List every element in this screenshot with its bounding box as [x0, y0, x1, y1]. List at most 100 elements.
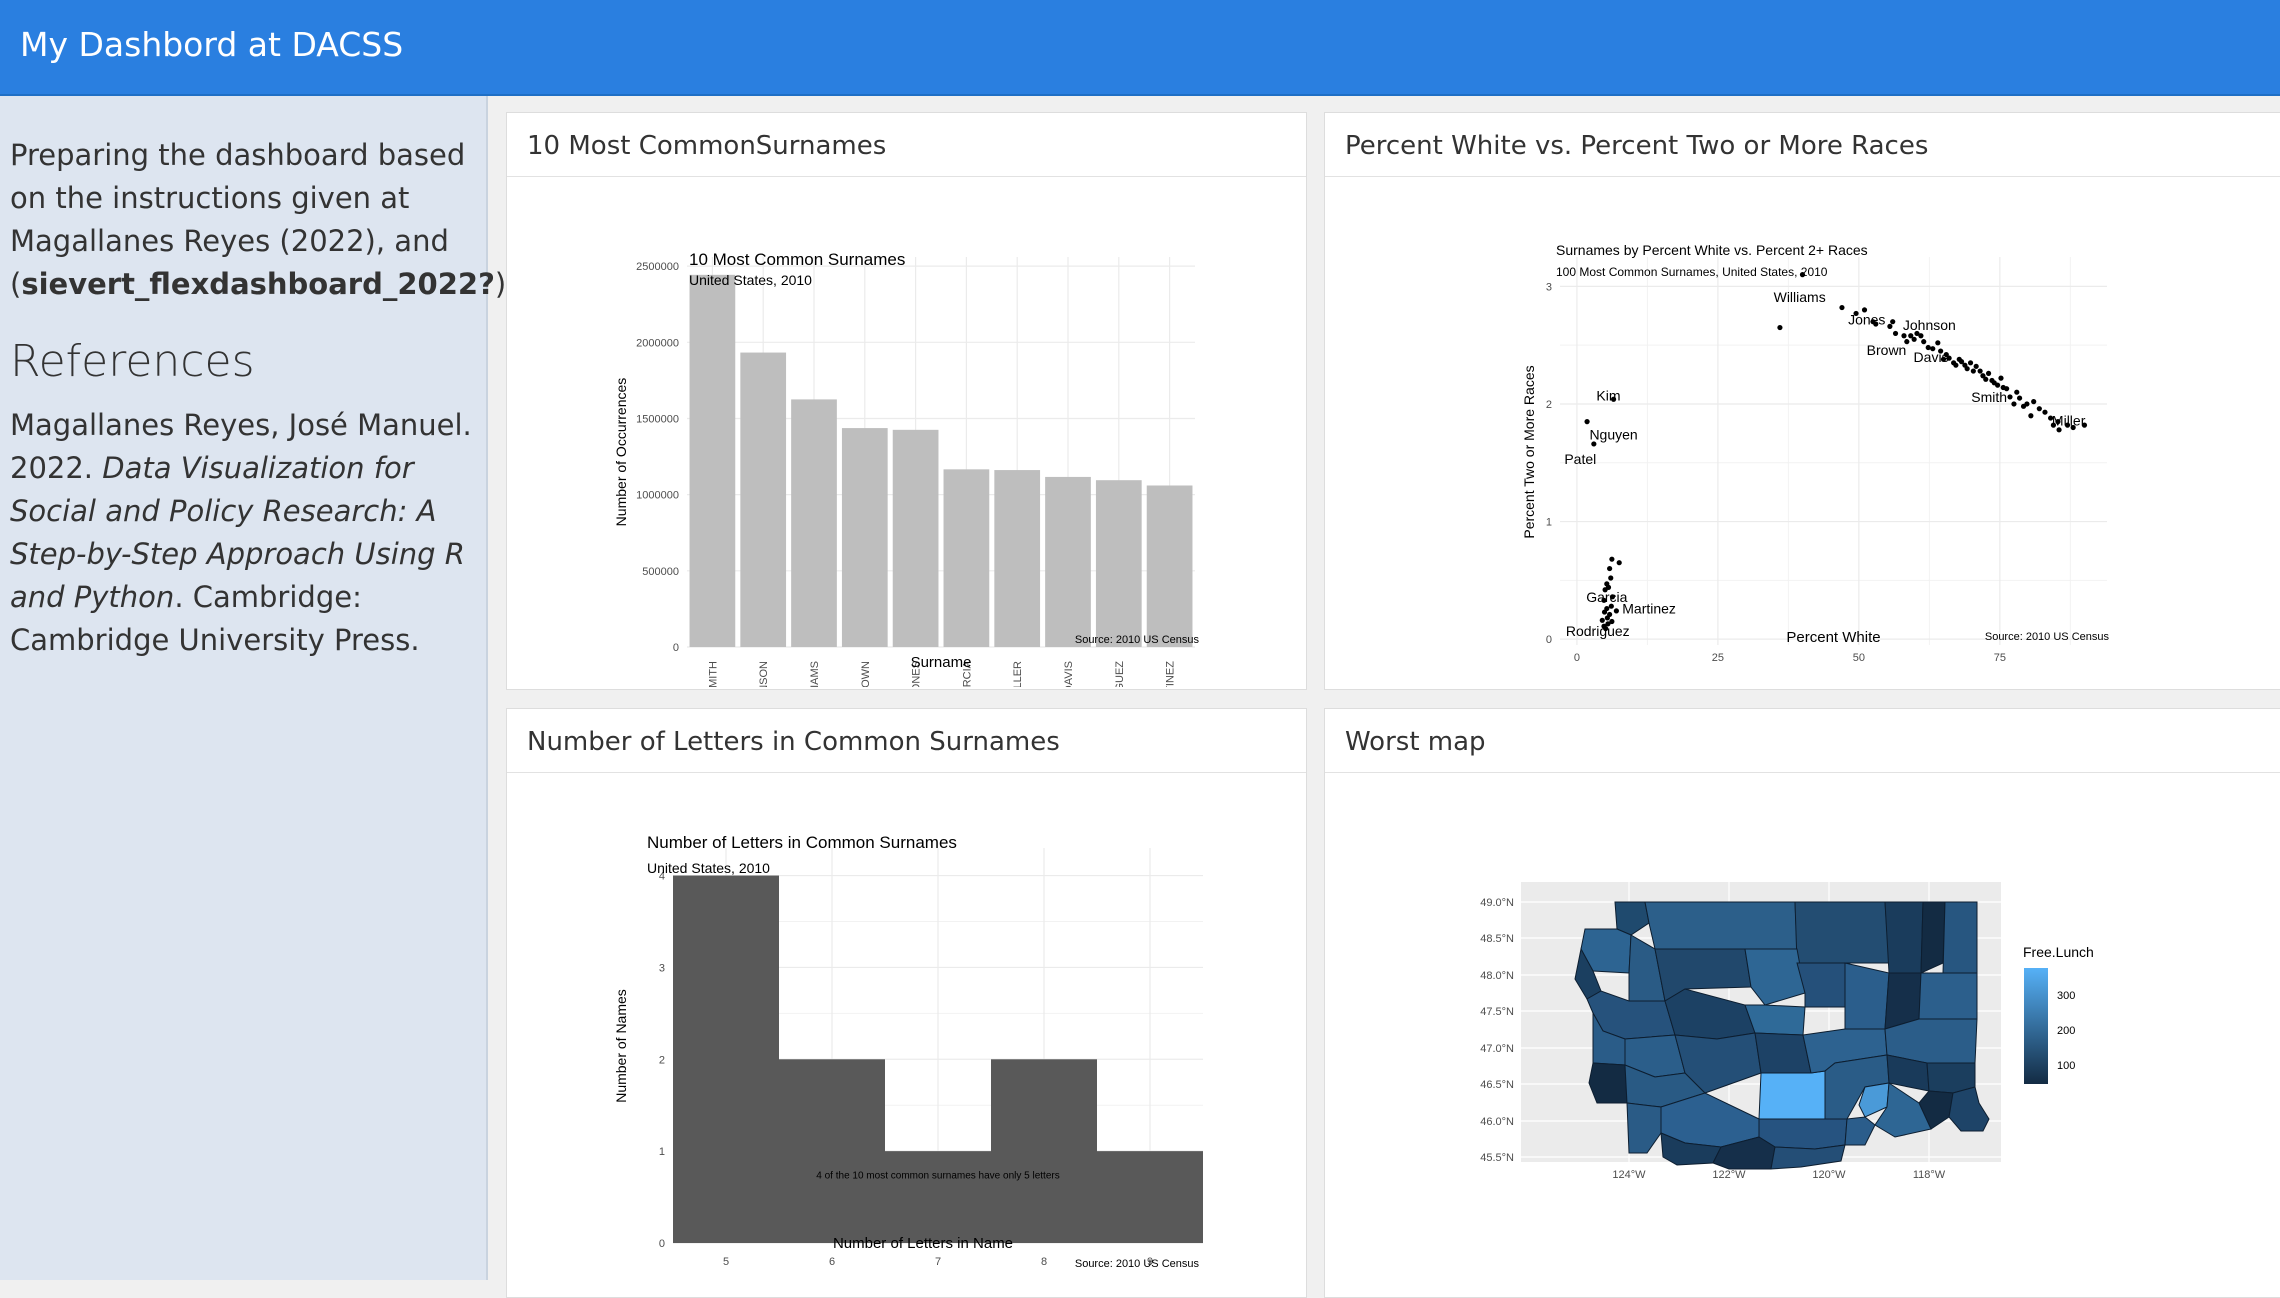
data-point: [1604, 615, 1610, 621]
county: [1884, 1018, 1978, 1064]
x-axis-label: Surname: [911, 654, 972, 671]
county: [1918, 972, 1978, 1020]
chart-subtitle: United States, 2010: [689, 272, 812, 288]
y-tick-label: 1500000: [636, 413, 679, 425]
x-axis-label: Number of Letters in Name: [833, 1235, 1013, 1252]
lat-label: 47.0°N: [1480, 1043, 1514, 1055]
data-point: [1985, 370, 1992, 376]
data-point: [1998, 375, 2004, 381]
chart-caption: Source: 2010 US Census: [1075, 634, 1200, 646]
lat-label: 49.0°N: [1480, 897, 1514, 909]
map-legend-colorbar: [2024, 968, 2048, 1084]
washington-map: 49.0°N 48.5°N 48.0°N 47.5°N 47.0°N 46.5°…: [1480, 882, 2094, 1181]
x-tick-label: 0: [1574, 652, 1580, 664]
panel-title: 10 Most CommonSurnames: [507, 113, 1306, 177]
chart-subtitle: 100 Most Common Surnames, United States,…: [1556, 265, 1828, 279]
lat-label: 48.0°N: [1480, 970, 1514, 982]
lon-label: 118°W: [1913, 1169, 1946, 1181]
y-tick-label: 0: [659, 1238, 665, 1250]
plot-panel: [1560, 257, 2107, 645]
data-point: [1953, 362, 1959, 368]
point-label: Johnson: [1903, 317, 1956, 333]
bar: [885, 1151, 991, 1243]
data-point: [2036, 406, 2042, 412]
point-label: Martinez: [1622, 601, 1676, 617]
data-point: [1584, 419, 1590, 425]
bar: [943, 469, 990, 647]
x-tick-label: WILLIAMS: [809, 661, 821, 687]
x-tick-label: 5: [723, 1256, 729, 1268]
panel-letters: Number of Letters in Common Surnames 0 1 2…: [506, 708, 1307, 1298]
bar: [991, 1059, 1097, 1243]
data-point: [1777, 324, 1783, 331]
data-point: [1983, 376, 1989, 382]
bar: [994, 470, 1041, 647]
data-point: [1935, 340, 1941, 346]
data-point: [2031, 399, 2037, 405]
lat-label: 45.5°N: [1480, 1152, 1514, 1164]
bar: [841, 428, 888, 647]
county: [1744, 1004, 1806, 1036]
data-point: [1901, 333, 1907, 339]
map-legend-labels: 300 200 100: [2057, 990, 2075, 1072]
data-point: [1973, 363, 1979, 369]
legend-tick: 200: [2057, 1025, 2075, 1037]
point-label: Williams: [1774, 289, 1826, 305]
y-tick-label: 2: [659, 1054, 665, 1066]
data-point: [1970, 368, 1976, 374]
x-tick-label: 75: [1994, 652, 2006, 664]
data-point: [1607, 565, 1613, 572]
county: [1644, 901, 1798, 950]
x-tick-label: 8: [1041, 1256, 1047, 1268]
x-tick-label: BROWN: [860, 661, 872, 687]
y-axis-label: Number of Names: [613, 989, 629, 1103]
county: [1794, 901, 1890, 964]
data-point: [1613, 608, 1619, 614]
intro-paragraph: Preparing the dashboard based on the ins…: [10, 134, 515, 306]
lat-label: 46.5°N: [1480, 1079, 1514, 1091]
dashboard-title[interactable]: My Dashbord at DACSS: [20, 24, 403, 66]
data-point: [2028, 413, 2034, 419]
y-tick-label: 2000000: [636, 337, 679, 349]
y-tick-label: 1: [1546, 517, 1552, 529]
reference-entry: Magallanes Reyes, José Manuel. 2022. Dat…: [10, 404, 476, 662]
lat-label: 47.5°N: [1480, 1006, 1514, 1018]
panel-title: Percent White vs. Percent Two or More Ra…: [1325, 113, 2280, 177]
navbar: My Dashbord at DACSS: [0, 0, 2280, 96]
citation-key: sievert_flexdashboard_2022?: [21, 267, 495, 301]
y-tick-label: 3: [659, 962, 665, 974]
data-point: [1608, 575, 1614, 581]
chart-title: Surnames by Percent White vs. Percent 2+…: [1556, 242, 1868, 258]
point-label: Miller: [2052, 412, 2086, 428]
y-axis-label: Percent Two or More Races: [1521, 365, 1537, 538]
bar: [673, 875, 779, 1243]
y-axis-label: Number of Occurrences: [613, 378, 629, 527]
county: [1942, 901, 1978, 974]
panel-title: Worst map: [1325, 709, 2280, 773]
y-tick-label: 2500000: [636, 261, 679, 273]
x-tick-label: 25: [1712, 652, 1724, 664]
y-tick-label: 500000: [642, 566, 679, 578]
data-point: [1890, 319, 1896, 325]
data-point: [2007, 394, 2013, 400]
x-tick-label: 7: [935, 1256, 941, 1268]
surnames-bar-chart: 0 500000 1000000 1500000 2000000 2500000 SMITH…: [613, 250, 1200, 687]
data-point: [1887, 323, 1893, 329]
bar: [1097, 1151, 1203, 1243]
y-tick-label: 2: [1546, 399, 1552, 411]
bar: [1095, 480, 1142, 647]
chart-annotation: 4 of the 10 most common surnames have on…: [816, 1171, 1059, 1182]
point-label: Nguyen: [1589, 427, 1637, 443]
data-point: [2042, 409, 2048, 415]
y-tick-label: 0: [673, 642, 679, 654]
data-point: [1977, 368, 1983, 374]
point-label: Davis: [1914, 349, 1949, 365]
chart-title: 10 Most Common Surnames: [689, 250, 905, 269]
county: [1920, 901, 1946, 974]
lat-label: 48.5°N: [1480, 933, 1514, 945]
chart-subtitle: United States, 2010: [647, 860, 770, 876]
county: [1884, 901, 1924, 974]
county: [1754, 1032, 1812, 1074]
data-point: [1911, 336, 1917, 342]
data-point: [1839, 304, 1845, 311]
